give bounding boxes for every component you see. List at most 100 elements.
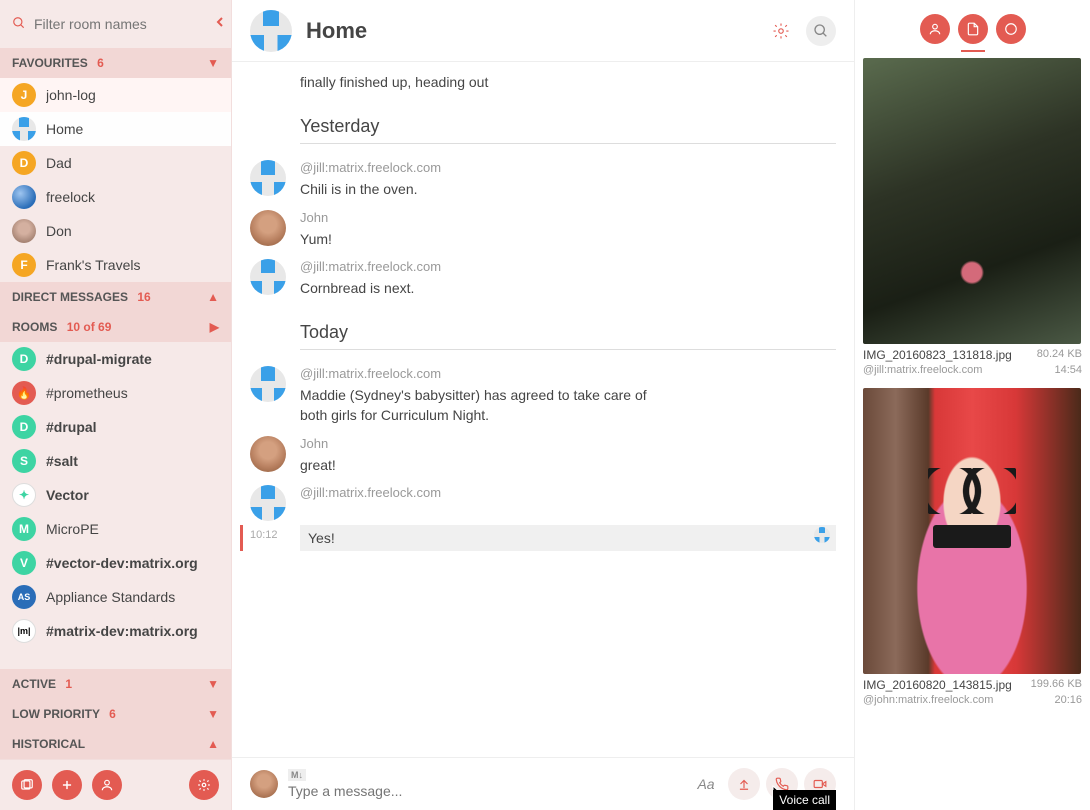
sender-name: John bbox=[300, 436, 836, 451]
section-direct-messages[interactable]: DIRECT MESSAGES 16 ▲ bbox=[0, 282, 231, 312]
upload-button[interactable] bbox=[728, 768, 760, 800]
tooltip: Voice call bbox=[773, 790, 836, 810]
section-favourites[interactable]: FAVOURITES 6 ▼ bbox=[0, 48, 231, 78]
room-item[interactable]: Home bbox=[0, 112, 231, 146]
room-item[interactable]: D#drupal-migrate bbox=[0, 342, 231, 376]
message: @jill:matrix.freelock.com Maddie (Sydney… bbox=[232, 362, 854, 432]
room-name: MicroPE bbox=[46, 521, 99, 537]
message-text: Cornbread is next. bbox=[300, 276, 836, 300]
avatar bbox=[250, 366, 286, 402]
avatar: 🔥 bbox=[12, 381, 36, 405]
room-name: #drupal bbox=[46, 419, 97, 435]
section-label: HISTORICAL bbox=[12, 737, 85, 751]
room-name: #vector-dev:matrix.org bbox=[46, 555, 198, 571]
room-item[interactable]: 🔥 #prometheus bbox=[0, 376, 231, 410]
formatting-button[interactable]: Aa bbox=[690, 768, 722, 800]
room-settings-icon[interactable] bbox=[766, 16, 796, 46]
sidebar-footer bbox=[0, 759, 231, 810]
markdown-badge[interactable]: M↓ bbox=[288, 769, 306, 781]
settings-button[interactable] bbox=[189, 770, 219, 800]
avatar: V bbox=[12, 551, 36, 575]
message-text: Yum! bbox=[300, 227, 836, 251]
room-item[interactable]: F Frank's Travels bbox=[0, 248, 231, 282]
file-thumbnail[interactable] bbox=[863, 58, 1081, 344]
file-name: IMG_20160823_131818.jpg bbox=[863, 348, 1037, 362]
file-sender: @john:matrix.freelock.com bbox=[863, 694, 993, 706]
favourites-list: J john-log Home D Dad freelock Don F Fra… bbox=[0, 78, 231, 282]
message: @jill:matrix.freelock.com Chili is in th… bbox=[232, 156, 854, 205]
files-tab[interactable] bbox=[958, 14, 988, 44]
avatar: M bbox=[12, 517, 36, 541]
section-low-priority[interactable]: LOW PRIORITY 6 ▼ bbox=[0, 699, 231, 729]
sender-name: @jill:matrix.freelock.com bbox=[300, 160, 836, 175]
chevron-up-icon: ▲ bbox=[207, 737, 219, 751]
room-item[interactable]: ASAppliance Standards bbox=[0, 580, 231, 614]
notifications-tab[interactable] bbox=[996, 14, 1026, 44]
sidebar: FAVOURITES 6 ▼ J john-log Home D Dad fre… bbox=[0, 0, 232, 810]
room-item[interactable]: S#salt bbox=[0, 444, 231, 478]
room-item[interactable]: D Dad bbox=[0, 146, 231, 180]
right-panel: IMG_20160823_131818.jpg 80.24 KB @jill:m… bbox=[854, 0, 1090, 810]
room-item[interactable]: freelock bbox=[0, 180, 231, 214]
avatar: D bbox=[12, 415, 36, 439]
file-list[interactable]: IMG_20160823_131818.jpg 80.24 KB @jill:m… bbox=[855, 50, 1090, 810]
room-name: freelock bbox=[46, 189, 95, 205]
room-item[interactable]: ✦Vector bbox=[0, 478, 231, 512]
room-item[interactable]: J john-log bbox=[0, 78, 231, 112]
sender-name: @jill:matrix.freelock.com bbox=[300, 259, 836, 274]
section-historical[interactable]: HISTORICAL ▲ bbox=[0, 729, 231, 759]
message-text: Yes! bbox=[308, 528, 335, 548]
date-separator: Today bbox=[300, 322, 836, 350]
file-item[interactable]: IMG_20160823_131818.jpg 80.24 KB @jill:m… bbox=[863, 58, 1082, 376]
section-label: ACTIVE bbox=[12, 677, 56, 691]
message: @jill:matrix.freelock.com Cornbread is n… bbox=[232, 255, 854, 304]
avatar: |m| bbox=[12, 619, 36, 643]
people-button[interactable] bbox=[92, 770, 122, 800]
file-item[interactable]: IMG_20160820_143815.jpg 199.66 KB @john:… bbox=[863, 388, 1082, 706]
room-avatar bbox=[250, 10, 292, 52]
rooms-list: D#drupal-migrate 🔥 #prometheus D #drupal S… bbox=[0, 342, 231, 669]
room-name: Dad bbox=[46, 155, 72, 171]
section-count: 10 of 69 bbox=[67, 320, 112, 334]
room-name: #prometheus bbox=[46, 385, 128, 401]
room-name: Home bbox=[46, 121, 83, 137]
message: finally finished up, heading out bbox=[232, 70, 854, 98]
sender-name: @jill:matrix.freelock.com bbox=[300, 366, 836, 381]
room-item[interactable]: V #vector-dev:matrix.org bbox=[0, 546, 231, 580]
header-actions bbox=[766, 16, 836, 46]
avatar bbox=[12, 117, 36, 141]
collapse-icon[interactable] bbox=[215, 15, 225, 33]
room-search-icon[interactable] bbox=[806, 16, 836, 46]
main-panel: Home finally finished up, heading out Ye… bbox=[232, 0, 854, 810]
room-item[interactable]: Don bbox=[0, 214, 231, 248]
section-rooms[interactable]: ROOMS 10 of 69 ▶ bbox=[0, 312, 231, 342]
filter-row bbox=[0, 0, 231, 48]
room-item[interactable]: D #drupal bbox=[0, 410, 231, 444]
section-active[interactable]: ACTIVE 1 ▼ bbox=[0, 669, 231, 699]
message-text: Maddie (Sydney's babysitter) has agreed … bbox=[300, 383, 670, 428]
members-tab[interactable] bbox=[920, 14, 950, 44]
read-receipt-icon[interactable] bbox=[814, 527, 830, 543]
filter-input[interactable] bbox=[34, 16, 215, 32]
file-size: 80.24 KB bbox=[1037, 348, 1082, 362]
create-room-button[interactable] bbox=[52, 770, 82, 800]
message-input[interactable] bbox=[288, 783, 680, 799]
sender-name: John bbox=[300, 210, 836, 225]
room-name: #matrix-dev:matrix.org bbox=[46, 623, 198, 639]
room-item[interactable]: M MicroPE bbox=[0, 512, 231, 546]
sender-name: @jill:matrix.freelock.com bbox=[300, 485, 836, 500]
directory-button[interactable] bbox=[12, 770, 42, 800]
file-size: 199.66 KB bbox=[1031, 678, 1082, 692]
rpanel-tabs bbox=[855, 0, 1090, 50]
avatar: F bbox=[12, 253, 36, 277]
room-name: Frank's Travels bbox=[46, 257, 140, 273]
timeline[interactable]: finally finished up, heading out Yesterd… bbox=[232, 62, 854, 757]
room-item[interactable]: |m| #matrix-dev:matrix.org bbox=[0, 614, 231, 648]
room-name: #salt bbox=[46, 453, 78, 469]
file-name: IMG_20160820_143815.jpg bbox=[863, 678, 1031, 692]
message-text: Chili is in the oven. bbox=[300, 177, 836, 201]
chevron-down-icon: ▼ bbox=[207, 56, 219, 70]
file-thumbnail[interactable] bbox=[863, 388, 1081, 674]
chevron-right-icon: ▶ bbox=[210, 320, 219, 334]
section-count: 6 bbox=[109, 707, 116, 721]
